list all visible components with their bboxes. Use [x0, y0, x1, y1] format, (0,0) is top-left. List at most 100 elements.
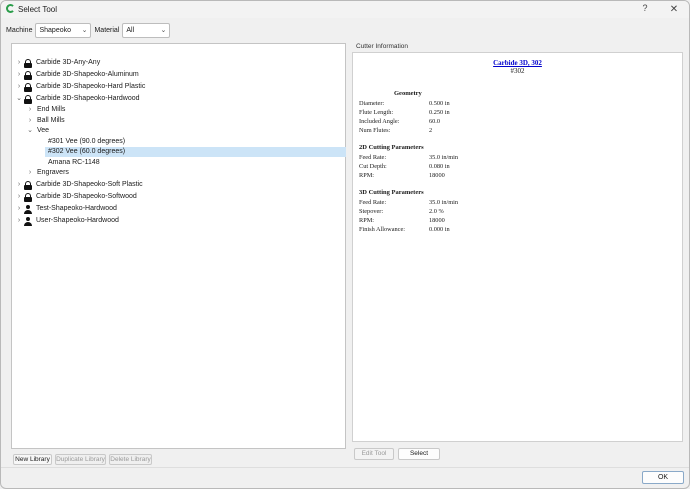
geometry-key: Num Flutes:	[359, 127, 391, 134]
tree-item-tool[interactable]: #301 Vee (90.0 degrees)	[48, 137, 168, 147]
params-2d-value: 18000	[429, 172, 445, 179]
lock-icon	[24, 94, 32, 104]
tree-item-library[interactable]: › User-Shapeoko-Hardwood	[15, 216, 119, 226]
select-button[interactable]: Select	[398, 448, 440, 460]
tree-item-label: #302 Vee (60.0 degrees)	[48, 148, 126, 155]
select-tool-dialog: Select Tool ? ✕ Machine Shapeoko ⌄ Mater…	[0, 0, 690, 489]
params-3d-key: RPM:	[359, 217, 375, 224]
tree-item-label: Carbide 3D-Any-Any	[36, 59, 101, 66]
tree-item-label: End Mills	[37, 106, 66, 113]
tree-item-library[interactable]: › Test-Shapeoko-Hardwood	[15, 204, 117, 214]
tree-item-label: Carbide 3D-Shapeoko-Hard Plastic	[36, 83, 146, 90]
tree-item-label: Carbide 3D-Shapeoko-Soft Plastic	[36, 181, 143, 188]
chevron-down-icon: ⌄	[160, 27, 167, 34]
window-title: Select Tool	[18, 5, 57, 14]
geometry-heading: Geometry	[394, 90, 422, 97]
tool-number: #302	[510, 67, 525, 75]
chevron-right-icon[interactable]: ›	[15, 58, 23, 68]
chevron-right-icon[interactable]: ›	[15, 180, 23, 190]
params-3d-key: Finish Allowance:	[359, 226, 405, 233]
params-3d-value: 35.0 in/min	[429, 199, 459, 206]
help-button[interactable]: ?	[638, 3, 652, 16]
title-bar: Select Tool ? ✕	[1, 1, 689, 18]
machine-select[interactable]: Shapeoko ⌄	[35, 23, 92, 38]
ok-button[interactable]: OK	[642, 471, 684, 484]
geometry-value: 2	[429, 127, 433, 134]
tree-item-label: Test-Shapeoko-Hardwood	[36, 205, 117, 212]
tree-item-tool-selected[interactable]: #302 Vee (60.0 degrees)	[45, 147, 346, 157]
tree-item-label: Engravers	[37, 169, 69, 176]
tree-item-label: Amana RC-1148	[48, 159, 100, 166]
params-2d-key: Cut Depth:	[359, 163, 387, 170]
material-select[interactable]: All ⌄	[122, 23, 171, 38]
tree-item-label: Ball Mills	[37, 117, 65, 124]
tree-item-library[interactable]: › Carbide 3D-Shapeoko-Soft Plastic	[15, 180, 143, 190]
tree-item-category[interactable]: ⌄ Vee	[26, 126, 49, 136]
footer-divider	[1, 467, 689, 468]
tree-item-category[interactable]: › Engravers	[26, 168, 69, 178]
params-2d-heading: 2D Cutting Parameters	[359, 144, 424, 151]
geometry-key: Included Angle:	[359, 118, 400, 125]
geometry-value: 0.250 in	[429, 109, 450, 116]
chevron-right-icon[interactable]: ›	[15, 70, 23, 80]
params-2d-value: 35.0 in/min	[429, 154, 459, 161]
chevron-right-icon[interactable]: ›	[15, 204, 23, 214]
user-icon	[24, 204, 32, 214]
delete-library-button[interactable]: Delete Library	[109, 454, 152, 465]
lock-icon	[24, 58, 32, 68]
tree-item-library[interactable]: › Carbide 3D-Shapeoko-Hard Plastic	[15, 82, 145, 92]
params-3d-value: 2.0 %	[429, 208, 444, 215]
tree-item-label: Carbide 3D-Shapeoko-Softwood	[36, 193, 137, 200]
params-2d-value: 0.080 in	[429, 163, 450, 170]
tool-title-link[interactable]: Carbide 3D, 302	[353, 59, 682, 67]
chevron-right-icon[interactable]: ›	[15, 82, 23, 92]
chevron-right-icon[interactable]: ›	[26, 105, 34, 115]
lock-icon	[24, 180, 32, 190]
tree-item-tool[interactable]: Amana RC-1148	[48, 158, 168, 168]
chevron-down-icon[interactable]: ⌄	[15, 94, 23, 104]
machine-select-value: Shapeoko	[39, 27, 71, 34]
params-3d-value: 0.000 in	[429, 226, 450, 233]
params-3d-key: Feed Rate:	[359, 199, 387, 206]
cutter-information-panel: Carbide 3D, 302 #302 Geometry Diameter: …	[352, 52, 683, 442]
params-3d-value: 18000	[429, 217, 445, 224]
lock-icon	[24, 70, 32, 80]
tree-item-library[interactable]: › Carbide 3D-Shapeoko-Aluminum	[15, 70, 139, 80]
tree-item-category[interactable]: › End Mills	[26, 105, 66, 115]
lock-icon	[24, 192, 32, 202]
chevron-down-icon: ⌄	[81, 27, 88, 34]
close-button[interactable]: ✕	[665, 2, 683, 17]
material-label: Material	[94, 27, 120, 34]
params-3d-heading: 3D Cutting Parameters	[359, 189, 424, 196]
material-select-value: All	[126, 27, 135, 34]
tool-library-tree[interactable]: › Carbide 3D-Any-Any › Carbide 3D-Shapeo…	[11, 43, 346, 449]
tree-item-label: Carbide 3D-Shapeoko-Aluminum	[36, 71, 139, 78]
chevron-right-icon[interactable]: ›	[15, 216, 23, 226]
chevron-down-icon[interactable]: ⌄	[26, 126, 34, 136]
geometry-key: Diameter:	[359, 100, 385, 107]
new-library-button[interactable]: New Library	[13, 454, 52, 465]
filter-row: Machine Shapeoko ⌄ Material All ⌄	[6, 23, 171, 38]
duplicate-library-button[interactable]: Duplicate Library	[55, 454, 106, 465]
lock-icon	[24, 82, 32, 92]
params-2d-key: RPM:	[359, 172, 375, 179]
geometry-value: 0.500 in	[429, 100, 450, 107]
params-3d-key: Stepover:	[359, 208, 384, 215]
tree-item-library[interactable]: ⌄ Carbide 3D-Shapeoko-Hardwood	[15, 94, 140, 104]
tree-item-label: User-Shapeoko-Hardwood	[36, 217, 119, 224]
tree-item-category[interactable]: › Ball Mills	[26, 116, 65, 126]
edit-tool-button[interactable]: Edit Tool	[354, 448, 394, 460]
geometry-key: Flute Length:	[359, 109, 394, 116]
chevron-right-icon[interactable]: ›	[15, 192, 23, 202]
chevron-right-icon[interactable]: ›	[26, 168, 34, 178]
tree-item-label: Vee	[37, 127, 50, 134]
user-icon	[24, 216, 32, 226]
geometry-value: 60.0	[429, 118, 441, 125]
params-2d-key: Feed Rate:	[359, 154, 387, 161]
tree-item-library[interactable]: › Carbide 3D-Any-Any	[15, 58, 100, 68]
tree-item-label: #301 Vee (90.0 degrees)	[48, 138, 126, 145]
chevron-right-icon[interactable]: ›	[26, 116, 34, 126]
tree-item-library[interactable]: › Carbide 3D-Shapeoko-Softwood	[15, 192, 137, 202]
app-logo-icon	[6, 4, 15, 13]
tree-item-label: Carbide 3D-Shapeoko-Hardwood	[36, 95, 140, 102]
